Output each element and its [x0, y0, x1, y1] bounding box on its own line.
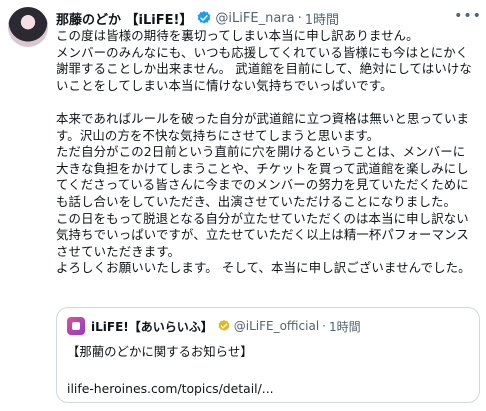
tweet-paragraph: この度は皆様の期待を裏切ってしまい本当に申し訳ありません。 [56, 28, 419, 43]
tweet-time[interactable]: 1時間 [305, 9, 339, 28]
quoted-tweet[interactable]: iLiFE!【あいらいふ】 @iLiFE_official · 1時間 【那藺の… [56, 307, 480, 403]
verified-badge-icon [196, 10, 212, 26]
quoted-text: 【那藺のどかに関するお知らせ】 [67, 344, 253, 359]
tweet-header: 那藤のどか 【iLiFE!】 @iLiFE_nara · 1時間 [56, 8, 339, 28]
quoted-separator: · [322, 319, 326, 333]
quoted-author-name: iLiFE!【あいらいふ】 [91, 319, 213, 334]
tweet-paragraph: この日をもって脱退となる自分が立たせていただくのは本当に申し訳ない気持ちでいっぱ… [56, 210, 469, 259]
tweet-body: この度は皆様の期待を裏切ってしまい本当に申し訳ありません。 メンバーのみんなにも… [56, 28, 476, 277]
quoted-link[interactable]: ilife-heroines.com/topics/detail/... [67, 381, 274, 397]
author-name[interactable]: 那藤のどか 【iLiFE!】 [56, 9, 192, 28]
tweet-paragraph: 本来であればルールを破った自分が武道館に立つ資格は無いと思っています。沢山の方を… [56, 110, 470, 143]
quoted-tweet-header: iLiFE!【あいらいふ】 @iLiFE_official · 1時間 [67, 317, 361, 335]
author-handle[interactable]: @iLiFE_nara [215, 11, 294, 26]
quoted-time: 1時間 [328, 319, 361, 334]
quoted-avatar [67, 317, 85, 335]
tweet-paragraph: ただ自分がこの2日前という直前に穴を開けるということは、メンバーに大きな負担をか… [56, 144, 469, 209]
quoted-author-handle: @iLiFE_official [233, 319, 320, 333]
avatar[interactable] [8, 7, 48, 47]
header-separator: · [297, 10, 302, 26]
tweet-paragraph: よろしくお願いいたします。 そして、本当に申し訳ございませんでした。 [56, 260, 471, 276]
tweet-card[interactable]: 那藤のどか 【iLiFE!】 @iLiFE_nara · 1時間 ••• この度… [0, 0, 486, 411]
more-icon[interactable]: ••• [454, 6, 481, 26]
tweet-paragraph: メンバーのみんなにも、いつも応援してくれている皆様にも今はとにかく謝罪することし… [56, 44, 472, 93]
verified-gold-badge-icon [217, 319, 231, 333]
